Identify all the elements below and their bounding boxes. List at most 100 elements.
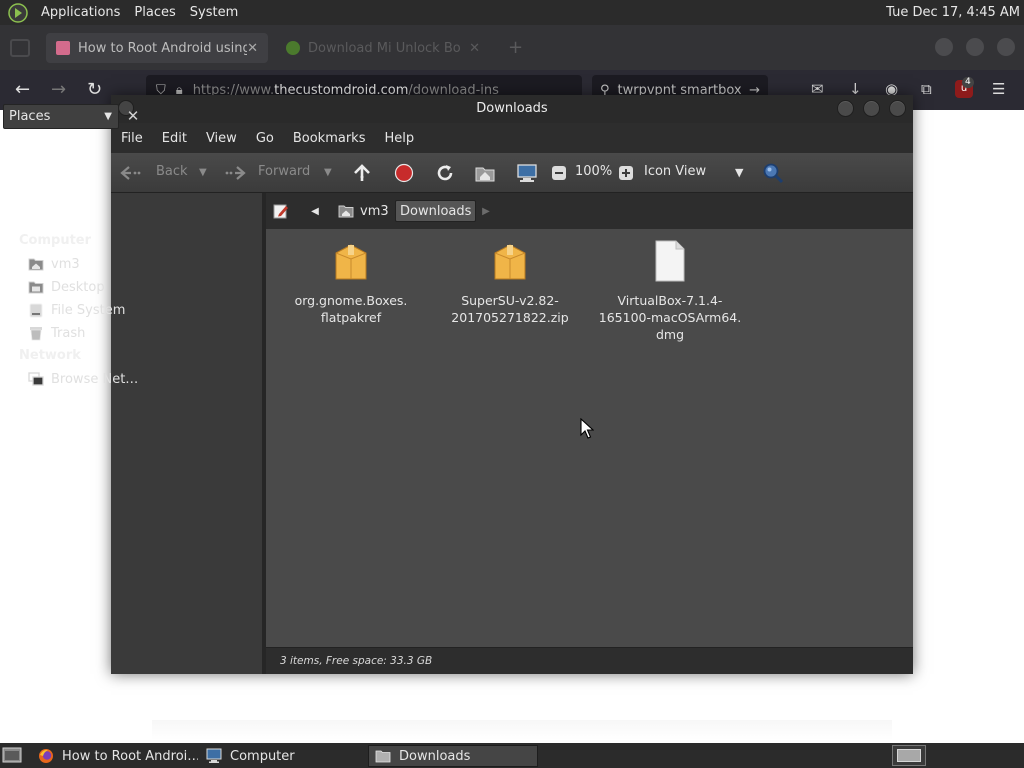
top-panel: Applications Places System Tue Dec 17, 4… <box>0 0 1024 25</box>
menu-go[interactable]: Go <box>256 131 274 146</box>
tab-overview-icon[interactable] <box>10 39 30 57</box>
window-titlebar[interactable]: Downloads <box>111 95 913 123</box>
home-folder-icon <box>28 256 44 272</box>
sidebar-item-vm3[interactable]: vm3 <box>28 254 80 274</box>
search-icon[interactable] <box>762 162 784 184</box>
close-button[interactable] <box>889 100 906 117</box>
sidebar-item-label: Trash <box>51 325 86 341</box>
sidebar-item-trash[interactable]: Trash <box>28 323 85 343</box>
computer-icon[interactable] <box>516 162 538 184</box>
sidebar-item-label: vm3 <box>51 256 80 272</box>
task-label: Downloads <box>399 748 471 764</box>
window-title: Downloads <box>476 101 548 116</box>
crumb-vm3[interactable]: vm3 <box>334 200 393 222</box>
sidebar-selector[interactable]: Places ▼ <box>3 104 119 129</box>
forward-button[interactable]: Forward <box>258 164 310 179</box>
path-scroll-left-icon[interactable]: ◀ <box>306 200 324 222</box>
network-icon <box>28 371 44 387</box>
sidebar-item-browse-network[interactable]: Browse Net… <box>28 369 138 389</box>
browser-minimize-button[interactable] <box>935 38 953 56</box>
site-favicon-icon <box>286 41 300 55</box>
menu-bar: File Edit View Go Bookmarks Help <box>111 123 913 153</box>
task-downloads[interactable]: Downloads <box>368 745 538 767</box>
chevron-down-icon: ▼ <box>104 111 112 122</box>
minimize-button[interactable] <box>837 100 854 117</box>
new-tab-icon[interactable]: + <box>508 37 523 58</box>
forward-history-chevron-icon[interactable]: ▼ <box>324 167 332 178</box>
home-folder-icon[interactable] <box>474 162 496 184</box>
zoom-out-icon[interactable] <box>548 162 570 184</box>
file-name: org.gnome.Boxes. <box>294 293 408 308</box>
menu-bookmarks[interactable]: Bookmarks <box>293 131 366 146</box>
location-bar: ◀ vm3 Downloads ▶ <box>266 193 913 229</box>
sidebar-item-desktop[interactable]: Desktop <box>28 277 105 297</box>
sidebar-item-label: File System <box>51 302 126 318</box>
file-name: 165100-macOSArm64. <box>598 310 742 325</box>
places-menu[interactable]: Places <box>127 5 182 20</box>
view-mode-select[interactable]: Icon View <box>644 164 706 179</box>
toolbar: Back ▼ Forward ▼ 100% Icon View ▼ <box>111 153 913 193</box>
mate-logo-icon[interactable] <box>8 2 28 23</box>
close-sidebar-icon[interactable]: ✕ <box>122 105 144 127</box>
maximize-button[interactable] <box>863 100 880 117</box>
extensions-icon[interactable]: ⧉ <box>921 80 932 98</box>
edit-location-icon[interactable] <box>270 200 292 222</box>
crumb-label: Downloads <box>400 203 472 219</box>
workspace-switcher[interactable] <box>892 745 926 766</box>
show-desktop-icon[interactable] <box>2 746 22 764</box>
stop-icon[interactable] <box>393 162 415 184</box>
zoom-in-icon[interactable] <box>615 162 637 184</box>
sidebar-section-computer: Computer <box>19 233 92 248</box>
mouse-pointer-icon <box>580 418 594 439</box>
view-mode-chevron-icon[interactable]: ▼ <box>735 166 743 179</box>
forward-arrow-icon[interactable] <box>224 162 246 184</box>
browser-tab-active[interactable]: How to Root Android using ✕ <box>46 33 268 63</box>
browser-close-button[interactable] <box>997 38 1015 56</box>
menu-edit[interactable]: Edit <box>162 131 187 146</box>
reload-icon[interactable]: ↻ <box>87 79 102 100</box>
path-scroll-right-icon[interactable]: ▶ <box>479 200 493 222</box>
firefox-icon <box>39 749 53 763</box>
computer-icon <box>206 748 222 763</box>
tab-title: Download Mi Unlock Bo <box>308 40 461 56</box>
sidebar-item-label: Desktop <box>51 279 105 295</box>
back-history-chevron-icon[interactable]: ▼ <box>199 167 207 178</box>
back-arrow-icon[interactable] <box>120 162 142 184</box>
site-favicon-icon <box>56 41 70 55</box>
browser-forward-icon[interactable]: → <box>51 79 66 100</box>
browser-back-icon[interactable]: ← <box>15 79 30 100</box>
menu-help[interactable]: Help <box>384 131 414 146</box>
up-arrow-icon[interactable] <box>351 162 373 184</box>
file-name: dmg <box>655 327 685 342</box>
browser-maximize-button[interactable] <box>966 38 984 56</box>
browser-tab[interactable]: Download Mi Unlock Bo ✕ <box>278 33 488 63</box>
page-content-fragment <box>152 720 892 740</box>
sidebar-selector-label: Places <box>9 109 51 124</box>
sidebar <box>111 193 262 674</box>
task-firefox[interactable]: How to Root Androi… <box>32 745 198 767</box>
menu-view[interactable]: View <box>206 131 237 146</box>
close-tab-icon[interactable]: ✕ <box>469 41 480 56</box>
back-button[interactable]: Back <box>156 164 188 179</box>
zoom-level[interactable]: 100% <box>575 164 612 179</box>
file-item[interactable]: VirtualBox-7.1.4- 165100-macOSArm64. dmg <box>595 239 745 343</box>
close-tab-icon[interactable]: ✕ <box>247 41 258 56</box>
hamburger-menu-icon[interactable]: ☰ <box>992 80 1005 98</box>
crumb-downloads[interactable]: Downloads <box>395 200 477 222</box>
sidebar-item-file-system[interactable]: File System <box>28 300 125 320</box>
applications-menu[interactable]: Applications <box>34 5 127 20</box>
system-menu[interactable]: System <box>183 5 245 20</box>
tab-title: How to Root Android using <box>78 40 248 56</box>
document-icon <box>655 240 685 282</box>
package-icon <box>494 244 526 280</box>
file-name: VirtualBox-7.1.4- <box>617 293 723 308</box>
clock[interactable]: Tue Dec 17, 4:45 AM <box>886 5 1020 20</box>
file-item[interactable]: org.gnome.Boxes. flatpakref <box>276 239 426 326</box>
desktop-folder-icon <box>28 279 44 295</box>
menu-file[interactable]: File <box>121 131 143 146</box>
file-name: SuperSU-v2.82- <box>461 293 559 308</box>
workspace-window-thumbnail <box>897 749 921 762</box>
task-computer[interactable]: Computer <box>200 745 366 767</box>
file-item[interactable]: SuperSU-v2.82- 201705271822.zip <box>435 239 585 326</box>
reload-icon[interactable] <box>434 162 456 184</box>
